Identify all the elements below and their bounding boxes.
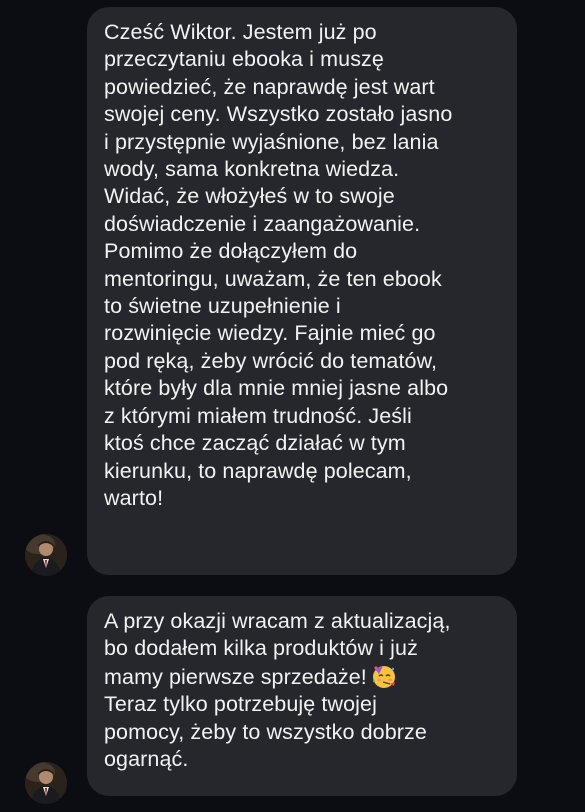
message-text-line: to świetne uzupełnienie i [104, 294, 341, 319]
message-text: mamy pierwsze sprzedaże! [104, 664, 367, 689]
message-text-line: z którymi miałem trudność. Jeśli [104, 403, 412, 428]
message-text-line: wody, sama konkretna wiedza. [104, 157, 400, 182]
message-text-line: kierunku, to naprawdę polecam, [104, 458, 412, 483]
partying-face-emoji-icon [371, 663, 397, 689]
message-bubble[interactable]: A przy okazji wracam z aktualizacją, bo … [87, 596, 517, 796]
message-text-line: mentoringu, uważam, że ten ebook [104, 266, 442, 291]
message-text-line: ogarnąć. [104, 747, 189, 772]
message-text-line: warto! [104, 485, 164, 510]
message-text-line: Cześć Wiktor. Jestem już po [104, 20, 377, 44]
message-text-line: swojej ceny. Wszystko zostało jasno [104, 102, 453, 127]
message-text-line: Pomimo że dołączyłem do [104, 239, 358, 264]
message-text-line: ktoś chce zacząć działać w tym [104, 431, 406, 456]
message-text-line: bo dodałem kilka produktów i już [104, 636, 418, 661]
message-text-line: pod ręką, żeby wrócić do tematów, [104, 348, 438, 373]
message-bubble[interactable]: Cześć Wiktor. Jestem już po przeczytaniu… [87, 7, 517, 575]
sender-avatar[interactable] [25, 762, 67, 804]
message-text-line: które były dla mnie mniej jasne albo [104, 376, 449, 401]
message-text-line: powiedzieć, że naprawdę jest wart [104, 74, 435, 99]
message-text-line: A przy okazji wracam z aktualizacją, [104, 609, 451, 633]
message-text-line: Widać, że włożyłeś w to swoje [104, 184, 395, 209]
person-icon [25, 762, 67, 804]
message-text-line: przeczytaniu ebooka i muszę [104, 47, 384, 72]
message-text-line: Teraz tylko potrzebuję twojej [104, 692, 377, 717]
message-text-line: doświadczenie i zaangażowanie. [104, 211, 421, 236]
sender-avatar[interactable] [25, 534, 67, 576]
message-text-line: pomocy, żeby to wszystko dobrze [104, 719, 427, 744]
message-text-line: rozwinięcie wiedzy. Fajnie mieć go [104, 321, 436, 346]
chat-thread: Cześć Wiktor. Jestem już po przeczytaniu… [0, 0, 585, 812]
person-icon [25, 534, 67, 576]
message-text-line: mamy pierwsze sprzedaże! [104, 663, 499, 691]
message-text-line: i przystępnie wyjaśnione, bez lania [104, 129, 439, 154]
